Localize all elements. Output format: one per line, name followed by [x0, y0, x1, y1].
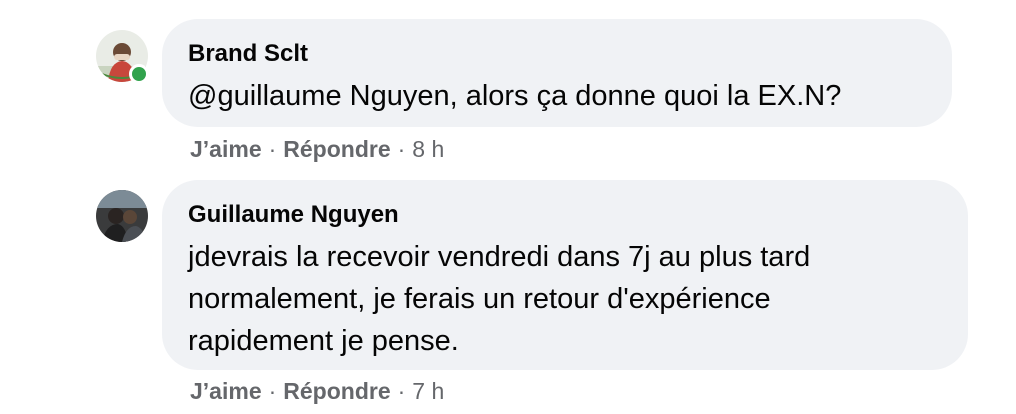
reply-button[interactable]: Répondre [283, 378, 390, 404]
online-status-dot [129, 64, 149, 84]
comment-bubble: Guillaume Nguyen jdevrais la recevoir ve… [162, 180, 968, 370]
separator: · [268, 136, 277, 162]
comment-timestamp[interactable]: 8 h [412, 136, 444, 162]
comment-text: jdevrais la recevoir vendredi dans 7j au… [188, 241, 811, 357]
comment-author[interactable]: Brand Sclt [188, 39, 926, 69]
profile-photo [96, 190, 148, 242]
comment-actions: J’aime · Répondre · 7 h [190, 376, 444, 406]
avatar[interactable] [96, 190, 148, 242]
previous-content-fragment [0, 0, 1016, 4]
like-button[interactable]: J’aime [190, 136, 262, 162]
comment-author[interactable]: Guillaume Nguyen [188, 200, 942, 230]
separator: · [397, 136, 406, 162]
reply-button[interactable]: Répondre [283, 136, 390, 162]
comment-text: @guillaume Nguyen, alors ça donne quoi l… [188, 80, 842, 112]
comment-timestamp[interactable]: 7 h [412, 378, 444, 404]
separator: · [268, 378, 277, 404]
comment-bubble: Brand Sclt @guillaume Nguyen, alors ça d… [162, 19, 952, 127]
separator: · [397, 378, 406, 404]
comments-thread: Brand Sclt @guillaume Nguyen, alors ça d… [0, 0, 1016, 414]
like-button[interactable]: J’aime [190, 378, 262, 404]
comment-actions: J’aime · Répondre · 8 h [190, 134, 444, 164]
